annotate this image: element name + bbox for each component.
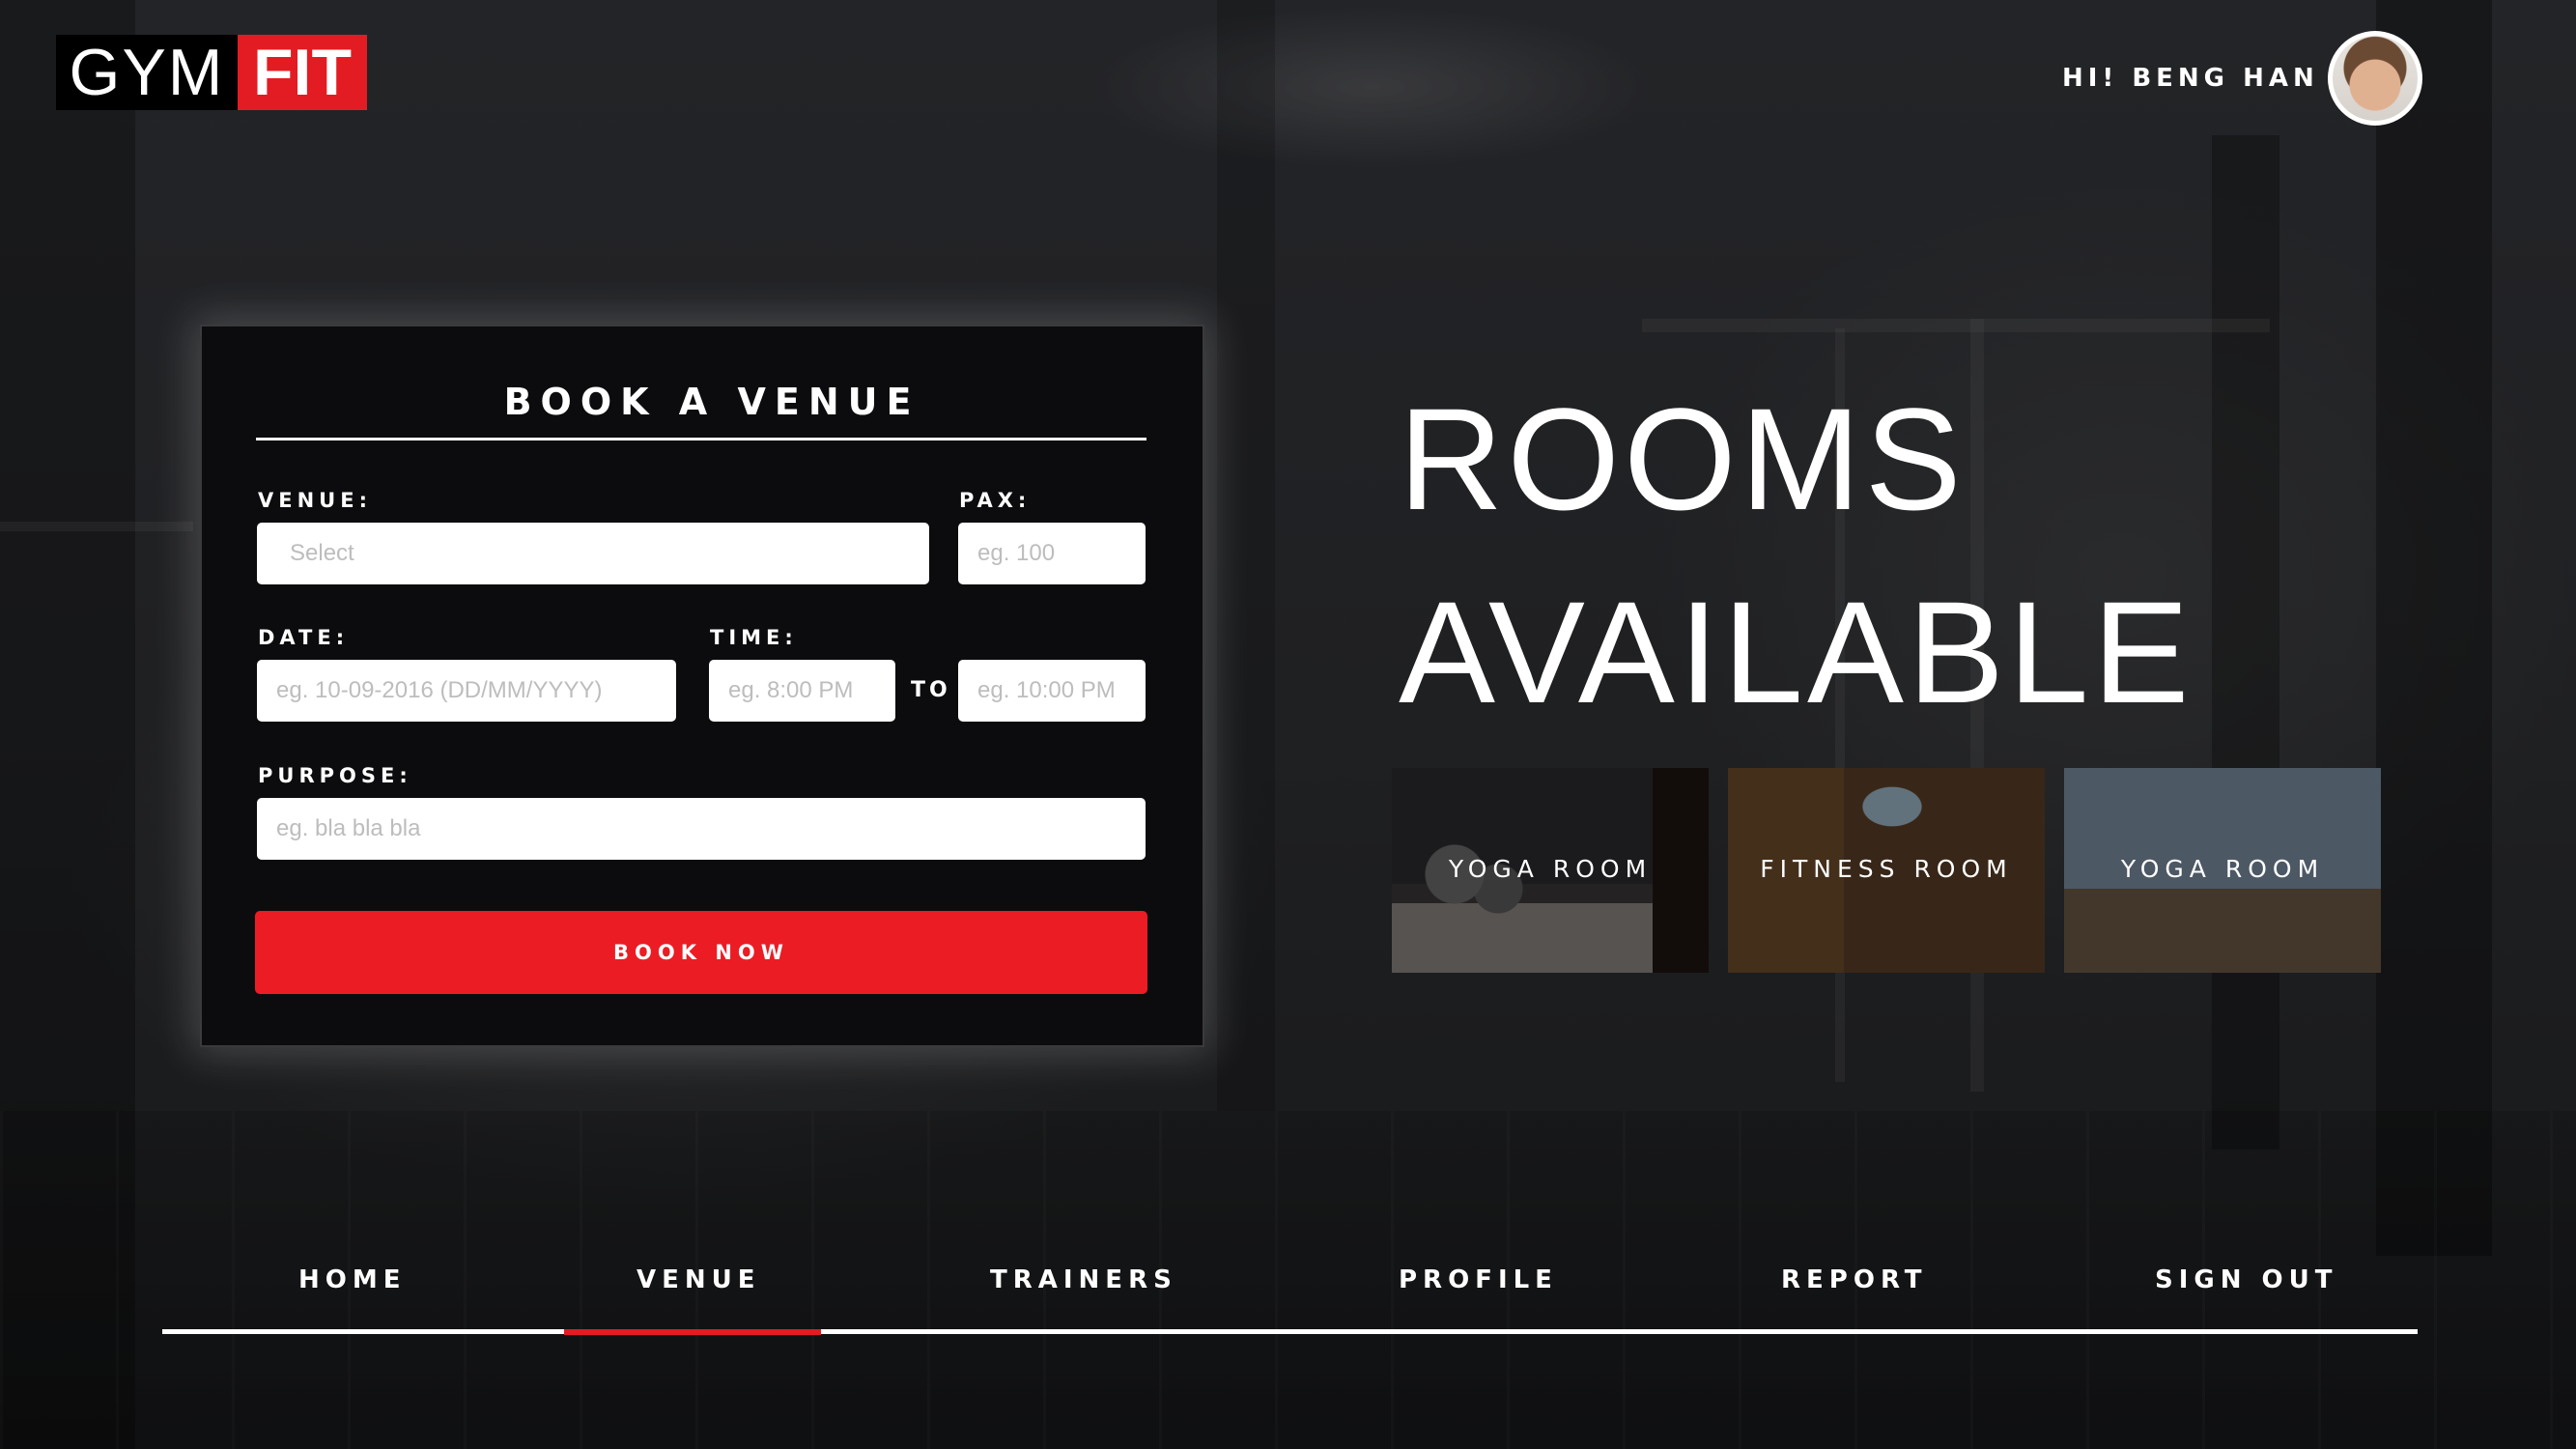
title-divider	[256, 438, 1146, 440]
rooms-available-headline: ROOMS AVAILABLE	[1399, 362, 2194, 749]
user-avatar-photo	[2333, 36, 2418, 121]
purpose-label: PURPOSE:	[258, 764, 412, 787]
time-to-placeholder: eg. 10:00 PM	[977, 677, 1116, 703]
time-from-placeholder: eg. 8:00 PM	[728, 677, 854, 703]
time-label: TIME:	[710, 626, 798, 649]
purpose-input[interactable]: eg. bla bla bla	[257, 798, 1146, 860]
nav-underline	[162, 1329, 2418, 1334]
user-greeting: HI! BENG HAN	[2062, 64, 2319, 93]
room-name: YOGA ROOM	[2120, 855, 2325, 883]
nav-profile[interactable]: PROFILE	[1399, 1265, 1558, 1294]
booking-form-title: BOOK A VENUE	[503, 381, 920, 423]
date-label: DATE:	[258, 626, 350, 649]
date-input[interactable]: eg. 10-09-2016 (DD/MM/YYYY)	[257, 660, 676, 722]
logo-gym-text: GYM	[56, 35, 238, 110]
room-card-fitness[interactable]: FITNESS ROOM	[1728, 768, 2045, 973]
room-card-yoga-2[interactable]: YOGA ROOM	[2064, 768, 2381, 973]
room-name: YOGA ROOM	[1448, 855, 1653, 883]
pax-placeholder: eg. 100	[977, 540, 1056, 566]
nav-home[interactable]: HOME	[298, 1265, 407, 1294]
gymfit-logo[interactable]: GYM FIT	[56, 35, 367, 110]
avatar[interactable]	[2328, 31, 2422, 126]
time-to-separator: TO	[911, 678, 951, 702]
venue-select-placeholder: Select	[290, 540, 354, 566]
headline-line-2: AVAILABLE	[1399, 571, 2194, 733]
room-card-yoga-1[interactable]: YOGA ROOM	[1392, 768, 1709, 973]
logo-fit-text: FIT	[238, 35, 367, 110]
headline-line-1: ROOMS	[1399, 378, 1966, 540]
nav-trainers[interactable]: TRAINERS	[990, 1265, 1177, 1294]
nav-sign-out[interactable]: SIGN OUT	[2155, 1265, 2338, 1294]
venue-select[interactable]: Select	[257, 523, 929, 584]
date-placeholder: eg. 10-09-2016 (DD/MM/YYYY)	[276, 677, 603, 703]
nav-active-indicator	[564, 1329, 821, 1335]
time-from-input[interactable]: eg. 8:00 PM	[709, 660, 895, 722]
venue-label: VENUE:	[258, 489, 372, 512]
room-name: FITNESS ROOM	[1760, 855, 2013, 883]
nav-venue[interactable]: VENUE	[637, 1265, 761, 1294]
time-to-input[interactable]: eg. 10:00 PM	[958, 660, 1146, 722]
nav-report[interactable]: REPORT	[1781, 1265, 1928, 1294]
book-now-button[interactable]: BOOK NOW	[255, 911, 1147, 994]
purpose-placeholder: eg. bla bla bla	[276, 815, 421, 841]
pax-label: PAX:	[959, 489, 1032, 512]
pax-input[interactable]: eg. 100	[958, 523, 1146, 584]
booking-form-card: BOOK A VENUE VENUE: Select PAX: eg. 100 …	[200, 325, 1204, 1047]
